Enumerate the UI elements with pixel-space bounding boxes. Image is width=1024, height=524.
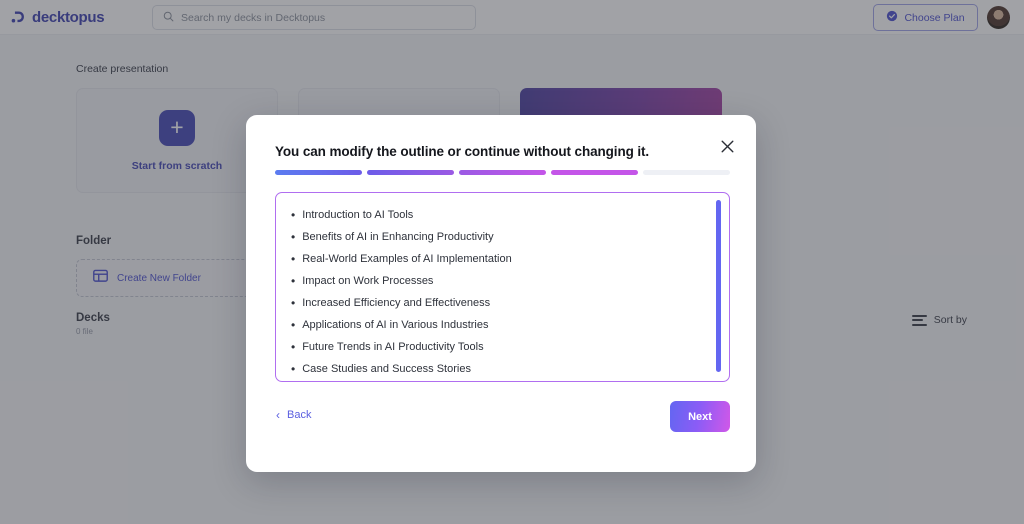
outline-item-text: Applications of AI in Various Industries — [302, 319, 489, 331]
outline-item-text: Benefits of AI in Enhancing Productivity — [302, 231, 494, 243]
outline-item[interactable]: • Benefits of AI in Enhancing Productivit… — [291, 226, 701, 248]
bullet-icon: • — [291, 340, 296, 354]
outline-item[interactable]: • Case Studies and Success Stories — [291, 358, 701, 380]
progress-segment-2 — [367, 170, 454, 175]
outline-item[interactable]: • Impact on Work Processes — [291, 270, 701, 292]
outline-scrollbar-thumb[interactable] — [716, 200, 721, 372]
outline-item[interactable]: • Introduction to AI Tools — [291, 204, 701, 226]
outline-editor[interactable]: • Introduction to AI Tools • Benefits of AI… — [275, 192, 730, 382]
app-root: decktopus Choose Plan Create pr — [0, 0, 1024, 524]
bullet-icon: • — [291, 318, 296, 332]
next-button[interactable]: Next — [670, 401, 730, 432]
step-progress-bar — [275, 170, 730, 175]
bullet-icon: • — [291, 252, 296, 266]
progress-segment-4 — [551, 170, 638, 175]
outline-item-text: Real-World Examples of AI Implementation — [302, 253, 512, 265]
back-button[interactable]: ‹ Back — [276, 409, 311, 421]
bullet-icon: • — [291, 230, 296, 244]
outline-scrollbar-track[interactable] — [716, 200, 721, 372]
progress-segment-5 — [643, 170, 730, 175]
outline-item-text: Introduction to AI Tools — [302, 209, 414, 221]
bullet-icon: • — [291, 208, 296, 222]
outline-item-text: Future Trends in AI Productivity Tools — [302, 341, 484, 353]
bullet-icon: • — [291, 362, 296, 376]
progress-segment-1 — [275, 170, 362, 175]
outline-item[interactable]: • Applications of AI in Various Industrie… — [291, 314, 701, 336]
bullet-icon: • — [291, 296, 296, 310]
progress-segment-3 — [459, 170, 546, 175]
outline-item-text: Case Studies and Success Stories — [302, 363, 471, 375]
outline-item-list: • Introduction to AI Tools • Benefits of AI… — [291, 204, 701, 380]
modal-footer: ‹ Back Next — [246, 387, 756, 472]
modal-title: You can modify the outline or continue w… — [275, 144, 650, 159]
back-button-label: Back — [287, 409, 312, 421]
outline-item[interactable]: • Real-World Examples of AI Implementatio… — [291, 248, 701, 270]
bullet-icon: • — [291, 274, 296, 288]
close-icon[interactable] — [717, 136, 737, 156]
outline-item[interactable]: • Future Trends in AI Productivity Tools — [291, 336, 701, 358]
outline-item-text: Increased Efficiency and Effectiveness — [302, 297, 491, 309]
outline-modal: You can modify the outline or continue w… — [246, 115, 756, 472]
chevron-left-icon: ‹ — [276, 408, 280, 422]
outline-item-text: Impact on Work Processes — [302, 275, 434, 287]
outline-item[interactable]: • Increased Efficiency and Effectiveness — [291, 292, 701, 314]
